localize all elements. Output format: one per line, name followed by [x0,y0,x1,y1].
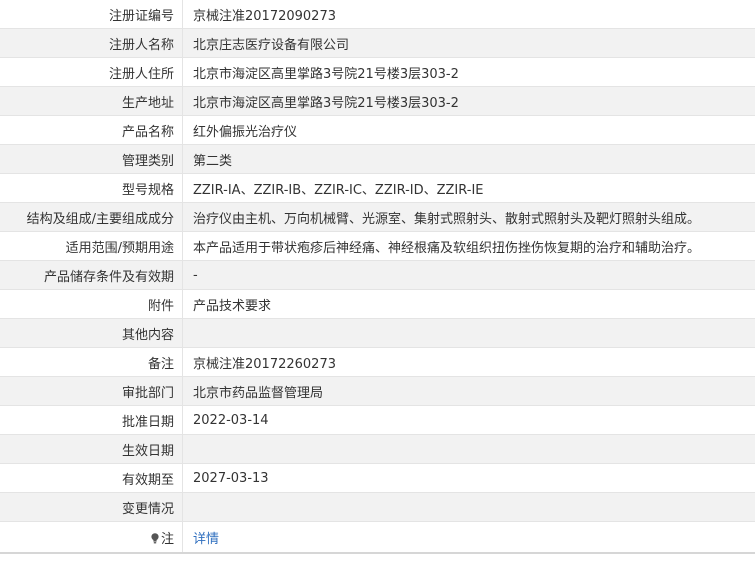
field-label: 变更情况 [0,492,183,522]
table-row-model-spec: 型号规格 ZZIR-IA、ZZIR-IB、ZZIR-IC、ZZIR-ID、ZZI… [0,173,755,203]
table-row-registration-number: 注册证编号 京械注准20172090273 [0,0,755,29]
field-label: 管理类别 [0,144,183,174]
registration-record-table: 注册证编号 京械注准20172090273 注册人名称 北京庄志医疗设备有限公司… [0,0,755,554]
field-label: 生产地址 [0,86,183,116]
field-label: 其他内容 [0,318,183,348]
field-value: 治疗仪由主机、万向机械臂、光源室、集射式照射头、散射式照射头及靶灯照射头组成。 [182,202,755,232]
table-row-valid-until: 有效期至 2027-03-13 [0,463,755,493]
table-row-registrant-address: 注册人住所 北京市海淀区高里掌路3号院21号楼3层303-2 [0,57,755,87]
field-label: 适用范围/预期用途 [0,231,183,261]
field-label: 备注 [0,347,183,377]
table-row-attachment: 附件 产品技术要求 [0,289,755,319]
table-row-storage-validity: 产品储存条件及有效期 - [0,260,755,290]
field-value: 京械注准20172260273 [182,347,755,377]
field-value: ZZIR-IA、ZZIR-IB、ZZIR-IC、ZZIR-ID、ZZIR-IE [182,173,755,203]
table-row-other-content: 其他内容 [0,318,755,348]
field-label: 有效期至 [0,463,183,493]
field-label: 注册人名称 [0,28,183,58]
table-row-structure-composition: 结构及组成/主要组成成分 治疗仪由主机、万向机械臂、光源室、集射式照射头、散射式… [0,202,755,232]
field-value: 北京市海淀区高里掌路3号院21号楼3层303-2 [182,57,755,87]
table-row-effective-date: 生效日期 [0,434,755,464]
field-label: 注册人住所 [0,57,183,87]
table-row-intended-use: 适用范围/预期用途 本产品适用于带状疱疹后神经痛、神经根痛及软组织扭伤挫伤恢复期… [0,231,755,261]
table-row-change-history: 变更情况 [0,492,755,522]
field-value: 第二类 [182,144,755,174]
field-label: 产品名称 [0,115,183,145]
field-value: 本产品适用于带状疱疹后神经痛、神经根痛及软组织扭伤挫伤恢复期的治疗和辅助治疗。 [182,231,755,261]
field-value: 2027-03-13 [182,463,755,493]
record-table-body: 注册证编号 京械注准20172090273 注册人名称 北京庄志医疗设备有限公司… [0,0,755,554]
table-row-approval-date: 批准日期 2022-03-14 [0,405,755,435]
field-label: 型号规格 [0,173,183,203]
note-label-cell: 注 [0,521,183,554]
table-row-management-category: 管理类别 第二类 [0,144,755,174]
field-value: 北京市海淀区高里掌路3号院21号楼3层303-2 [182,86,755,116]
field-value: 红外偏振光治疗仪 [182,115,755,145]
field-label: 注册证编号 [0,0,183,29]
field-value: 2022-03-14 [182,405,755,435]
field-value: 北京庄志医疗设备有限公司 [182,28,755,58]
field-value: 京械注准20172090273 [182,0,755,29]
field-label: 批准日期 [0,405,183,435]
field-label: 生效日期 [0,434,183,464]
lightbulb-icon [151,532,159,543]
table-row-remarks: 备注 京械注准20172260273 [0,347,755,377]
note-value-cell: 详情 [182,521,755,554]
table-row-production-address: 生产地址 北京市海淀区高里掌路3号院21号楼3层303-2 [0,86,755,116]
field-value [182,492,755,522]
field-value [182,434,755,464]
table-row-registrant-name: 注册人名称 北京庄志医疗设备有限公司 [0,28,755,58]
field-value [182,318,755,348]
field-label: 产品储存条件及有效期 [0,260,183,290]
field-label: 审批部门 [0,376,183,406]
field-label: 附件 [0,289,183,319]
field-value: 产品技术要求 [182,289,755,319]
table-row-note: 注 详情 [0,521,755,554]
details-link[interactable]: 详情 [193,532,219,547]
field-value: 北京市药品监督管理局 [182,376,755,406]
table-row-product-name: 产品名称 红外偏振光治疗仪 [0,115,755,145]
note-label: 注 [160,531,174,547]
table-row-approval-department: 审批部门 北京市药品监督管理局 [0,376,755,406]
field-label: 结构及组成/主要组成成分 [0,202,183,232]
field-value: - [182,260,755,290]
